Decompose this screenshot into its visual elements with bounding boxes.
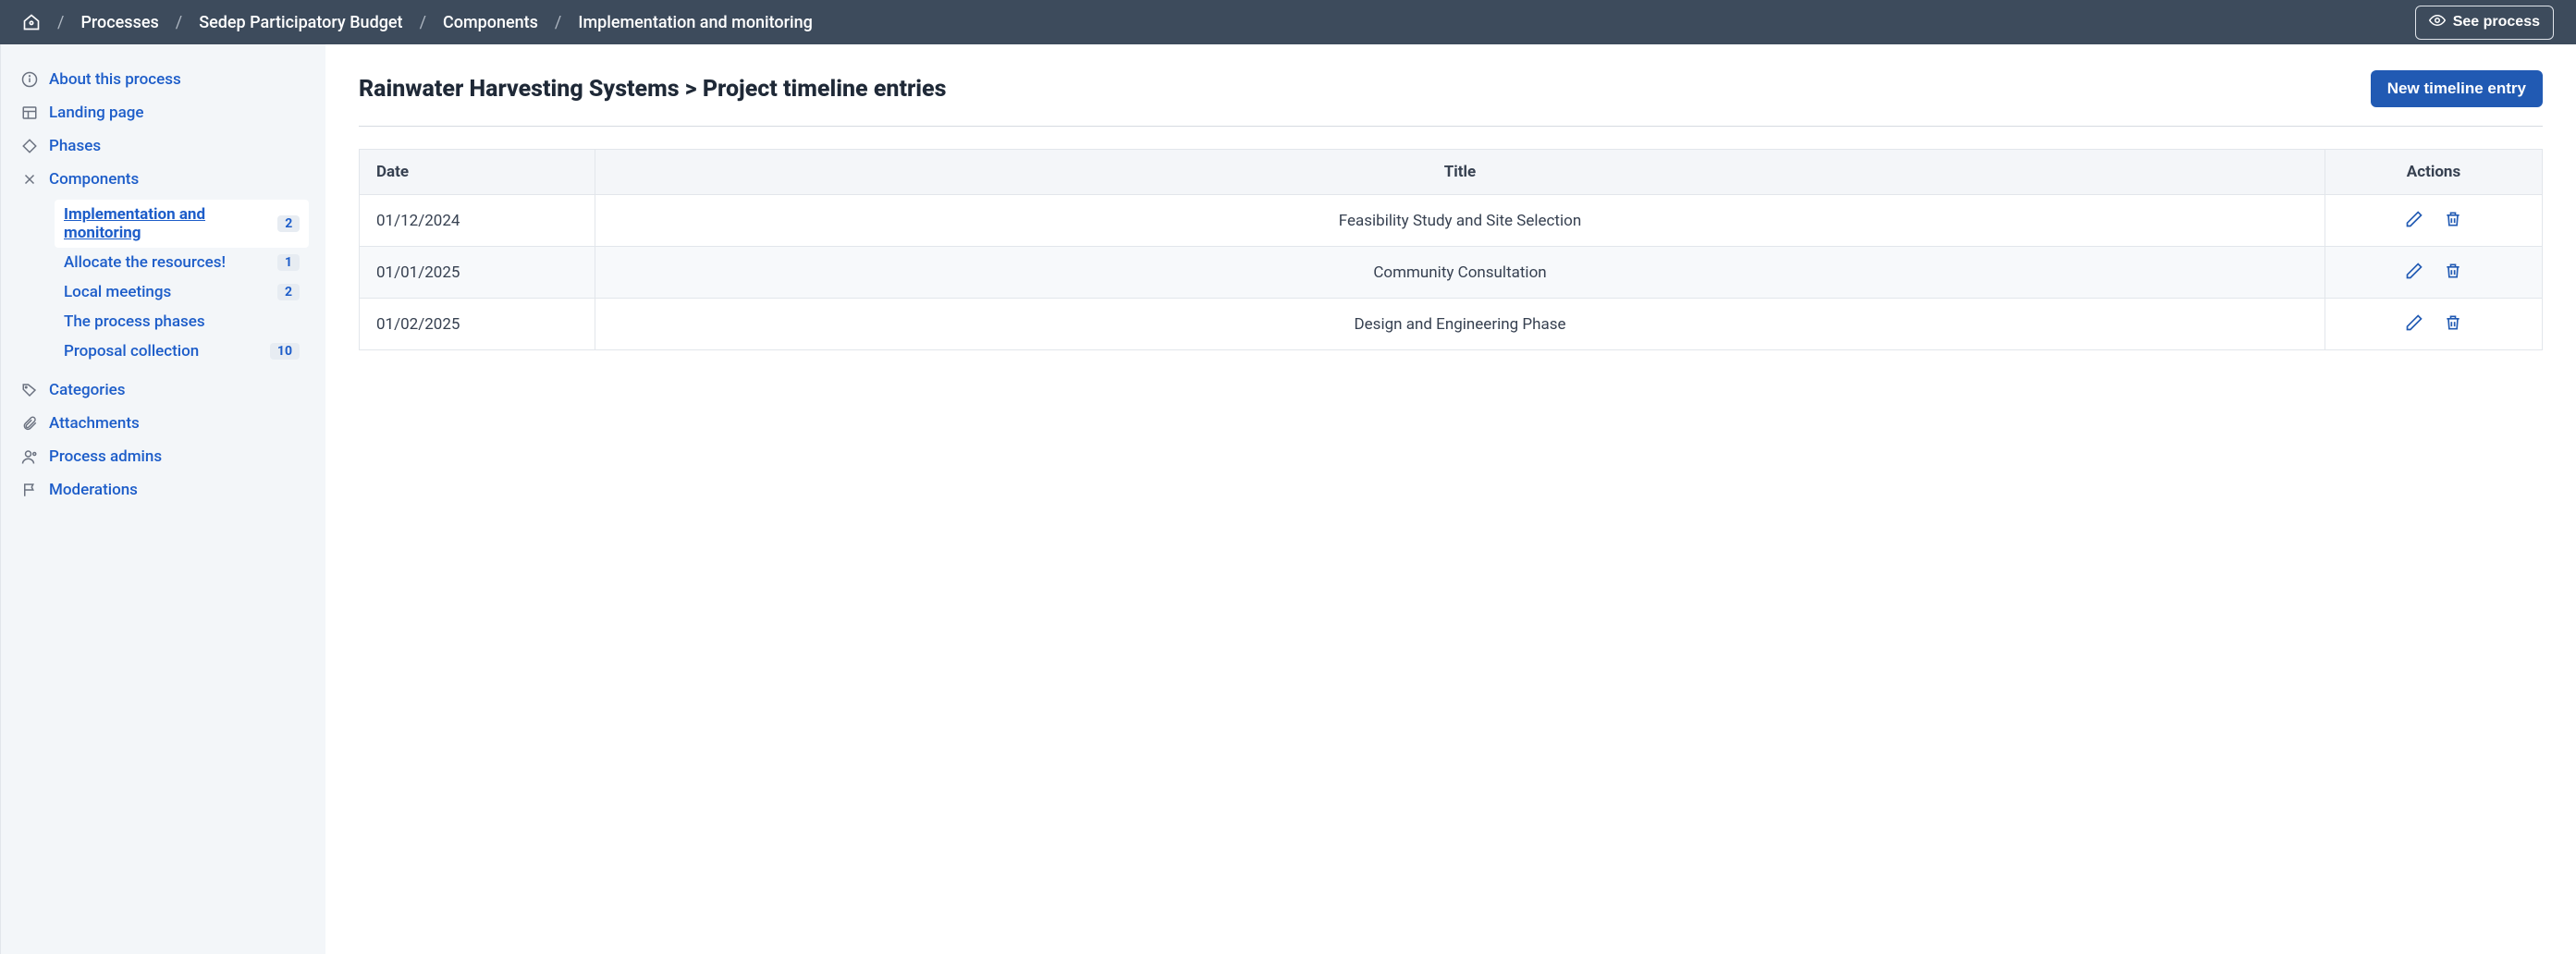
edit-button[interactable] bbox=[2403, 312, 2425, 336]
sidebar-item-categories[interactable]: Categories bbox=[18, 373, 309, 407]
sidebar-label: Attachments bbox=[49, 414, 140, 433]
sidebar-item-about[interactable]: About this process bbox=[18, 63, 309, 96]
trash-icon bbox=[2444, 321, 2462, 335]
cell-actions bbox=[2325, 299, 2543, 350]
sidebar-sub-implementation[interactable]: Implementation and monitoring 2 bbox=[55, 200, 309, 248]
layout-icon bbox=[21, 104, 38, 121]
main-header: Rainwater Harvesting Systems > Project t… bbox=[359, 70, 2543, 127]
sidebar-item-components[interactable]: Components bbox=[18, 163, 309, 196]
sub-label: Implementation and monitoring bbox=[64, 205, 277, 242]
new-timeline-entry-button[interactable]: New timeline entry bbox=[2371, 70, 2543, 107]
trash-icon bbox=[2444, 217, 2462, 231]
breadcrumb-process-name[interactable]: Sedep Participatory Budget bbox=[199, 13, 402, 32]
cell-title: Design and Engineering Phase bbox=[595, 299, 2325, 350]
cell-date: 01/12/2024 bbox=[360, 195, 595, 247]
breadcrumb-separator: / bbox=[57, 13, 64, 32]
sub-label: Local meetings bbox=[64, 283, 171, 301]
breadcrumb-separator: / bbox=[176, 13, 182, 32]
col-actions: Actions bbox=[2325, 150, 2543, 195]
sidebar-label: Phases bbox=[49, 137, 101, 155]
topbar: / Processes / Sedep Participatory Budget… bbox=[0, 0, 2576, 44]
sidebar: About this process Landing page Phases bbox=[0, 44, 325, 954]
see-process-button[interactable]: See process bbox=[2415, 6, 2554, 40]
sidebar-item-attachments[interactable]: Attachments bbox=[18, 407, 309, 440]
table-row: 01/12/2024Feasibility Study and Site Sel… bbox=[360, 195, 2543, 247]
home-icon[interactable] bbox=[22, 13, 41, 31]
cell-actions bbox=[2325, 247, 2543, 299]
page-title: Rainwater Harvesting Systems > Project t… bbox=[359, 76, 946, 103]
tag-icon bbox=[21, 382, 38, 398]
cell-title: Feasibility Study and Site Selection bbox=[595, 195, 2325, 247]
count-badge: 2 bbox=[277, 284, 300, 300]
sidebar-item-moderations[interactable]: Moderations bbox=[18, 473, 309, 507]
sub-label: The process phases bbox=[64, 312, 205, 331]
user-icon bbox=[21, 448, 38, 465]
sidebar-item-landing[interactable]: Landing page bbox=[18, 96, 309, 129]
pencil-icon bbox=[2405, 269, 2423, 283]
col-date: Date bbox=[360, 150, 595, 195]
sidebar-label: Landing page bbox=[49, 104, 144, 122]
eye-icon bbox=[2429, 12, 2446, 33]
pencil-icon bbox=[2405, 321, 2423, 335]
sidebar-sub-proposal-collection[interactable]: Proposal collection 10 bbox=[55, 336, 309, 366]
paperclip-icon bbox=[21, 415, 38, 432]
breadcrumb-current[interactable]: Implementation and monitoring bbox=[578, 13, 812, 32]
delete-button[interactable] bbox=[2442, 312, 2464, 336]
cell-date: 01/01/2025 bbox=[360, 247, 595, 299]
see-process-label: See process bbox=[2453, 14, 2540, 31]
breadcrumb-separator: / bbox=[420, 13, 426, 32]
col-title: Title bbox=[595, 150, 2325, 195]
sidebar-sub-local-meetings[interactable]: Local meetings 2 bbox=[55, 277, 309, 307]
table-row: 01/02/2025Design and Engineering Phase bbox=[360, 299, 2543, 350]
sidebar-label: Components bbox=[49, 170, 139, 189]
breadcrumb-processes[interactable]: Processes bbox=[80, 13, 158, 32]
trash-icon bbox=[2444, 269, 2462, 283]
tools-icon bbox=[21, 171, 38, 188]
count-badge: 1 bbox=[277, 254, 300, 271]
sidebar-label: Categories bbox=[49, 381, 126, 399]
timeline-table: Date Title Actions 01/12/2024Feasibility… bbox=[359, 149, 2543, 350]
sub-label: Allocate the resources! bbox=[64, 253, 226, 272]
count-badge: 2 bbox=[277, 215, 300, 232]
edit-button[interactable] bbox=[2403, 208, 2425, 233]
breadcrumb-separator: / bbox=[555, 13, 561, 32]
info-icon bbox=[21, 71, 38, 88]
flag-icon bbox=[21, 482, 38, 498]
delete-button[interactable] bbox=[2442, 260, 2464, 285]
breadcrumb: / Processes / Sedep Participatory Budget… bbox=[22, 13, 813, 32]
cell-actions bbox=[2325, 195, 2543, 247]
count-badge: 10 bbox=[270, 343, 300, 360]
sub-label: Proposal collection bbox=[64, 342, 199, 361]
cell-date: 01/02/2025 bbox=[360, 299, 595, 350]
sidebar-label: Process admins bbox=[49, 447, 162, 466]
sidebar-sub-allocate[interactable]: Allocate the resources! 1 bbox=[55, 248, 309, 277]
cell-title: Community Consultation bbox=[595, 247, 2325, 299]
diamond-icon bbox=[21, 138, 38, 154]
edit-button[interactable] bbox=[2403, 260, 2425, 285]
components-sublist: Implementation and monitoring 2 Allocate… bbox=[55, 200, 309, 366]
breadcrumb-components[interactable]: Components bbox=[443, 13, 538, 32]
main-content: Rainwater Harvesting Systems > Project t… bbox=[325, 44, 2576, 954]
sidebar-label: Moderations bbox=[49, 481, 138, 499]
sidebar-sub-process-phases[interactable]: The process phases bbox=[55, 307, 309, 336]
delete-button[interactable] bbox=[2442, 208, 2464, 233]
sidebar-item-phases[interactable]: Phases bbox=[18, 129, 309, 163]
table-row: 01/01/2025Community Consultation bbox=[360, 247, 2543, 299]
pencil-icon bbox=[2405, 217, 2423, 231]
sidebar-label: About this process bbox=[49, 70, 181, 89]
sidebar-item-process-admins[interactable]: Process admins bbox=[18, 440, 309, 473]
